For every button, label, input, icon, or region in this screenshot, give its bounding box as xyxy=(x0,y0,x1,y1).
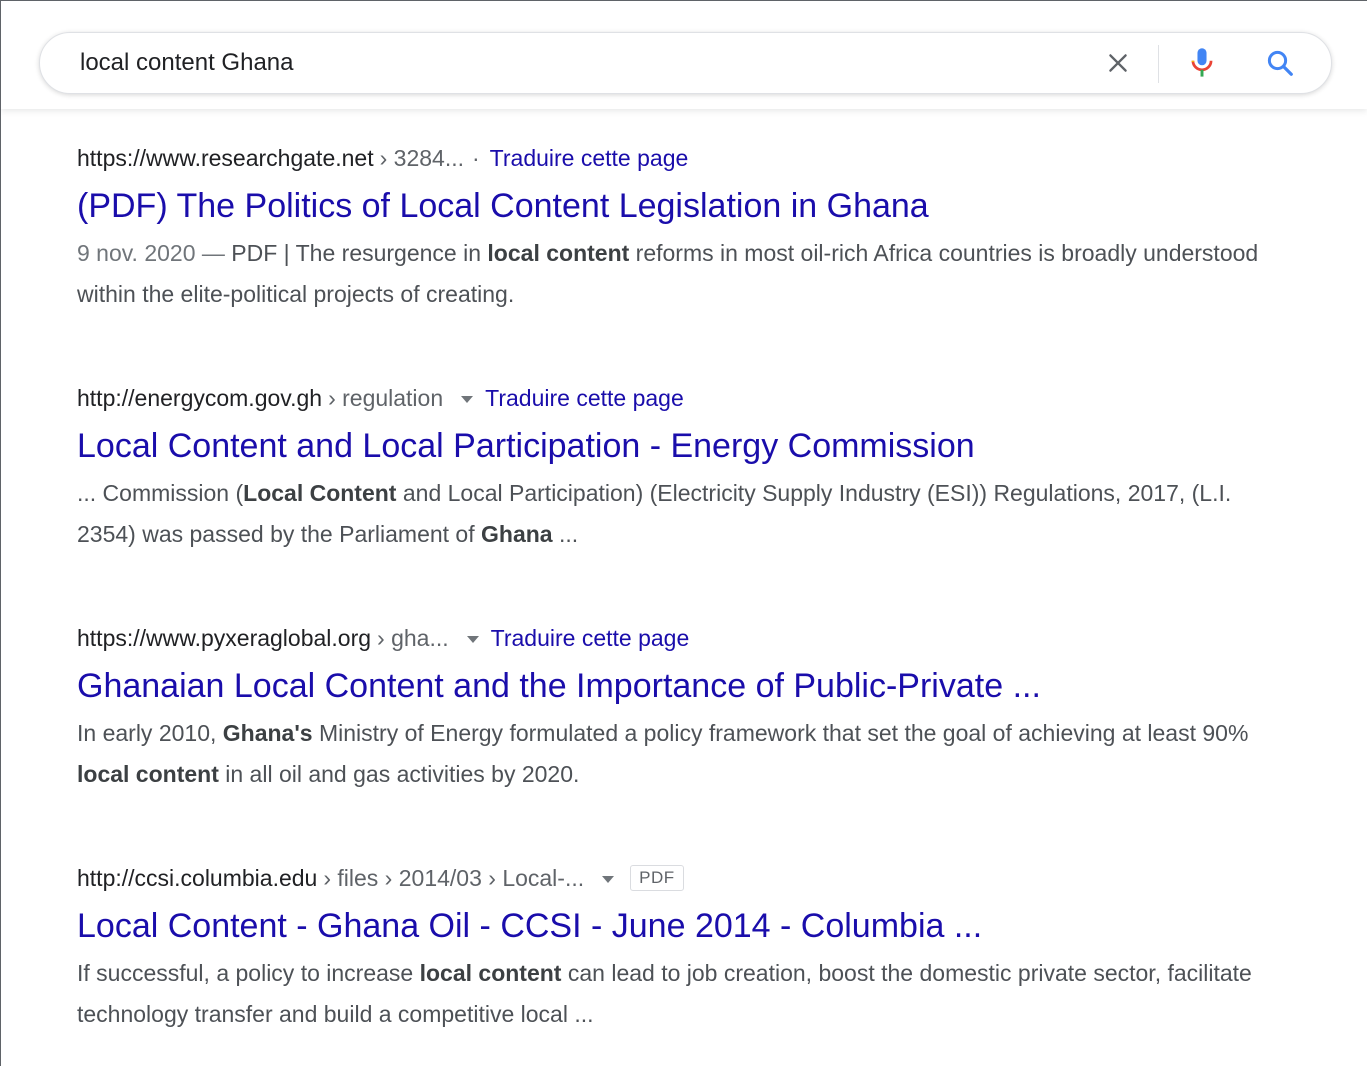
search-box-divider xyxy=(1158,45,1159,83)
results-list: https://www.researchgate.net › 3284... ·… xyxy=(77,139,1277,1066)
result-url[interactable]: http://energycom.gov.gh xyxy=(77,385,322,412)
search-result: http://energycom.gov.gh › regulation Tra… xyxy=(77,379,1277,619)
result-snippet: 9 nov. 2020 — PDF | The resurgence in lo… xyxy=(77,233,1277,315)
result-url[interactable]: http://ccsi.columbia.edu xyxy=(77,865,317,892)
search-result: https://www.researchgate.net › 3284... ·… xyxy=(77,139,1277,379)
snippet-text: in all oil and gas activities by 2020. xyxy=(218,761,580,787)
highlighted-term: local content xyxy=(487,240,630,266)
translate-page-link[interactable]: Traduire cette page xyxy=(485,385,684,412)
result-citation: https://www.researchgate.net › 3284... ·… xyxy=(77,139,1277,177)
highlighted-term: Local Content xyxy=(243,480,397,506)
result-breadcrumb: › regulation xyxy=(328,384,444,411)
result-snippet: If successful, a policy to increase loca… xyxy=(77,953,1277,1035)
result-title-link[interactable]: Local Content and Local Participation - … xyxy=(77,421,1277,471)
clear-search-button[interactable] xyxy=(1098,43,1138,83)
result-citation: http://ccsi.columbia.edu › files › 2014/… xyxy=(77,859,1277,897)
microphone-icon xyxy=(1191,48,1213,77)
snippet-text: In early 2010, xyxy=(77,720,223,746)
result-breadcrumb: › files › 2014/03 › Local-... xyxy=(323,864,585,891)
citation-separator: · xyxy=(472,144,480,171)
translate-page-link[interactable]: Traduire cette page xyxy=(490,145,689,172)
search-box[interactable] xyxy=(39,32,1332,94)
result-snippet: In early 2010, Ghana's Ministry of Energ… xyxy=(77,713,1277,795)
result-url[interactable]: https://www.researchgate.net xyxy=(77,145,374,172)
snippet-text: ... xyxy=(552,521,579,547)
result-citation: https://www.pyxeraglobal.org › gha... Tr… xyxy=(77,619,1277,657)
highlighted-term: Ghana xyxy=(481,521,553,547)
search-results-page: https://www.researchgate.net › 3284... ·… xyxy=(0,0,1367,1066)
snippet-text: Ministry of Energy formulated a policy f… xyxy=(312,720,1249,746)
translate-page-link[interactable]: Traduire cette page xyxy=(491,625,690,652)
result-breadcrumb: › gha... xyxy=(377,624,449,651)
close-icon xyxy=(1109,54,1127,72)
snippet-text: ... Commission ( xyxy=(77,480,244,506)
chevron-down-icon[interactable] xyxy=(602,875,615,883)
search-result: http://ccsi.columbia.edu › files › 2014/… xyxy=(77,859,1277,1066)
search-header xyxy=(1,1,1367,109)
snippet-text: If successful, a policy to increase xyxy=(77,960,420,986)
result-date: 9 nov. 2020 — xyxy=(77,240,232,266)
search-input[interactable] xyxy=(80,43,1060,83)
chevron-down-icon[interactable] xyxy=(461,395,474,403)
highlighted-term: local content xyxy=(77,761,219,787)
voice-search-button[interactable] xyxy=(1182,43,1222,83)
snippet-text: PDF | The resurgence in xyxy=(231,240,488,266)
result-breadcrumb: › 3284... xyxy=(379,144,464,171)
result-url[interactable]: https://www.pyxeraglobal.org xyxy=(77,625,371,652)
pdf-badge: PDF xyxy=(630,865,684,891)
search-submit-button[interactable] xyxy=(1260,43,1300,83)
result-citation: http://energycom.gov.gh › regulation Tra… xyxy=(77,379,1277,417)
highlighted-term: local content xyxy=(419,960,562,986)
search-result: https://www.pyxeraglobal.org › gha... Tr… xyxy=(77,619,1277,859)
result-title-link[interactable]: Local Content - Ghana Oil - CCSI - June … xyxy=(77,901,1277,951)
search-icon xyxy=(1267,50,1293,76)
result-title-link[interactable]: Ghanaian Local Content and the Importanc… xyxy=(77,661,1277,711)
highlighted-term: Ghana's xyxy=(222,720,313,746)
chevron-down-icon[interactable] xyxy=(466,635,479,643)
result-title-link[interactable]: (PDF) The Politics of Local Content Legi… xyxy=(77,181,1277,231)
result-snippet: ... Commission (Local Content and Local … xyxy=(77,473,1277,555)
